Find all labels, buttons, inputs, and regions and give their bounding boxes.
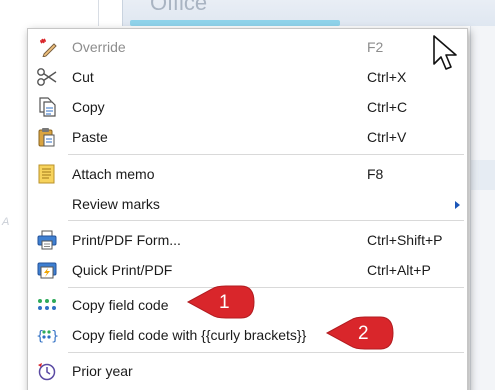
menu-item-label: Copy — [72, 99, 105, 115]
menu-item-print-pdf-form[interactable]: Print/PDF Form... Ctrl+Shift+P — [28, 225, 467, 255]
background-right-panel — [470, 26, 495, 390]
menu-separator — [68, 287, 464, 288]
background-letter: A — [2, 216, 10, 228]
menu-item-label: Print/PDF Form... — [72, 232, 181, 248]
menu-item-quick-print-pdf[interactable]: Quick Print/PDF Ctrl+Alt+P — [28, 255, 467, 285]
printer-icon — [36, 230, 58, 250]
menu-item-shortcut: Ctrl+Alt+P — [367, 262, 431, 278]
menu-item-label: Paste — [72, 129, 108, 145]
curly-brackets-icon: { } — [36, 325, 59, 345]
dots-icon — [36, 295, 58, 315]
background-header-title: Office — [150, 0, 208, 15]
scissors-icon — [36, 67, 58, 87]
callout-number: 2 — [358, 323, 369, 344]
callout-1: 1 — [186, 285, 256, 319]
menu-item-attach-memo[interactable]: Attach memo F8 — [28, 159, 467, 189]
menu-item-copy-field-code-curly[interactable]: { } Copy field code with {{curly bracket… — [28, 320, 467, 350]
screenshot-stage: Office A Override F2 Cut Ctrl+X Copy Ctr… — [0, 0, 495, 390]
svg-text:}: } — [51, 329, 58, 344]
menu-item-override[interactable]: Override F2 — [28, 32, 467, 62]
context-menu: Override F2 Cut Ctrl+X Copy Ctrl+C Paste… — [27, 28, 468, 390]
menu-item-shortcut: Ctrl+C — [367, 99, 408, 115]
menu-item-label: Quick Print/PDF — [72, 262, 173, 278]
menu-item-label: Override — [72, 39, 126, 55]
background-divider — [98, 0, 99, 26]
menu-separator — [68, 220, 464, 221]
menu-item-shortcut: Ctrl+X — [367, 69, 407, 85]
menu-item-review-marks[interactable]: Review marks — [28, 189, 467, 219]
callout-number: 1 — [219, 292, 230, 313]
menu-separator — [68, 352, 464, 353]
menu-item-shortcut: Ctrl+V — [367, 129, 407, 145]
memo-icon — [36, 164, 58, 184]
paste-icon — [36, 127, 58, 147]
menu-item-label: Copy field code — [72, 297, 169, 313]
menu-item-shortcut: Ctrl+Shift+P — [367, 232, 443, 248]
menu-item-shortcut: F2 — [367, 39, 384, 55]
callout-2: 2 — [325, 316, 395, 350]
menu-item-label: Attach memo — [72, 166, 155, 182]
menu-item-prior-year[interactable]: Prior year — [28, 356, 467, 386]
background-accent-bar — [130, 20, 340, 26]
background-right-cell — [471, 160, 495, 190]
override-icon — [36, 37, 58, 58]
menu-item-shortcut: F8 — [367, 166, 384, 182]
menu-item-label: Cut — [72, 69, 94, 85]
menu-separator — [68, 154, 464, 155]
menu-item-cut[interactable]: Cut Ctrl+X — [28, 62, 467, 92]
copy-icon — [36, 97, 58, 117]
menu-item-label: Review marks — [72, 196, 160, 212]
menu-item-copy[interactable]: Copy Ctrl+C — [28, 92, 467, 122]
menu-item-label: Copy field code with {{curly brackets}} — [72, 327, 307, 343]
clock-icon — [36, 361, 58, 381]
menu-item-label: Prior year — [72, 363, 133, 379]
quick-print-icon — [36, 260, 58, 280]
mouse-cursor-icon — [432, 34, 460, 77]
menu-item-paste[interactable]: Paste Ctrl+V — [28, 122, 467, 152]
submenu-arrow-icon — [455, 201, 460, 209]
